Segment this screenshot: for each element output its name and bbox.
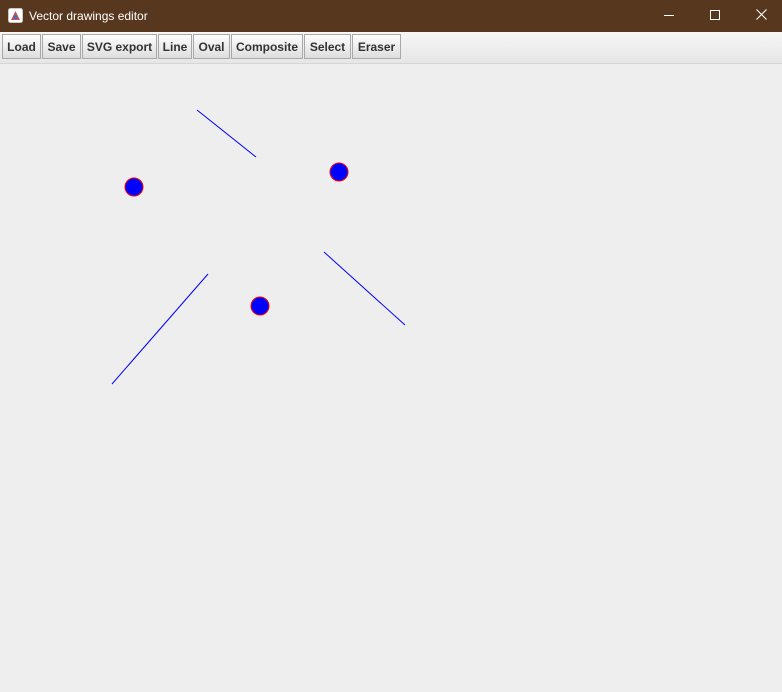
oval-shape[interactable] [124,177,144,197]
oval-shape[interactable] [329,162,349,182]
svg-export-button[interactable]: SVG export [82,34,157,59]
line-tool-button[interactable]: Line [158,34,192,59]
minimize-icon [664,7,674,25]
maximize-button[interactable] [692,0,738,32]
close-button[interactable] [738,0,782,32]
window-title: Vector drawings editor [29,9,148,23]
line-shape[interactable] [196,109,257,158]
composite-button[interactable]: Composite [231,34,303,59]
drawing-canvas[interactable] [0,64,782,692]
toolbar: Load Save SVG export Line Oval Composite… [0,32,782,64]
save-button[interactable]: Save [42,34,81,59]
oval-tool-button[interactable]: Oval [193,34,230,59]
eraser-tool-button[interactable]: Eraser [352,34,401,59]
drawing-surface[interactable] [0,64,782,692]
load-button[interactable]: Load [2,34,41,59]
minimize-button[interactable] [646,0,692,32]
line-shape[interactable] [323,251,406,326]
close-icon [755,7,767,25]
app-icon [8,8,23,23]
oval-shape[interactable] [250,296,270,316]
select-tool-button[interactable]: Select [304,34,351,59]
maximize-icon [710,7,720,25]
line-shape[interactable] [111,273,209,385]
app-window: Vector drawings editor Load Save SVG exp… [0,0,782,692]
title-bar[interactable]: Vector drawings editor [0,0,782,32]
